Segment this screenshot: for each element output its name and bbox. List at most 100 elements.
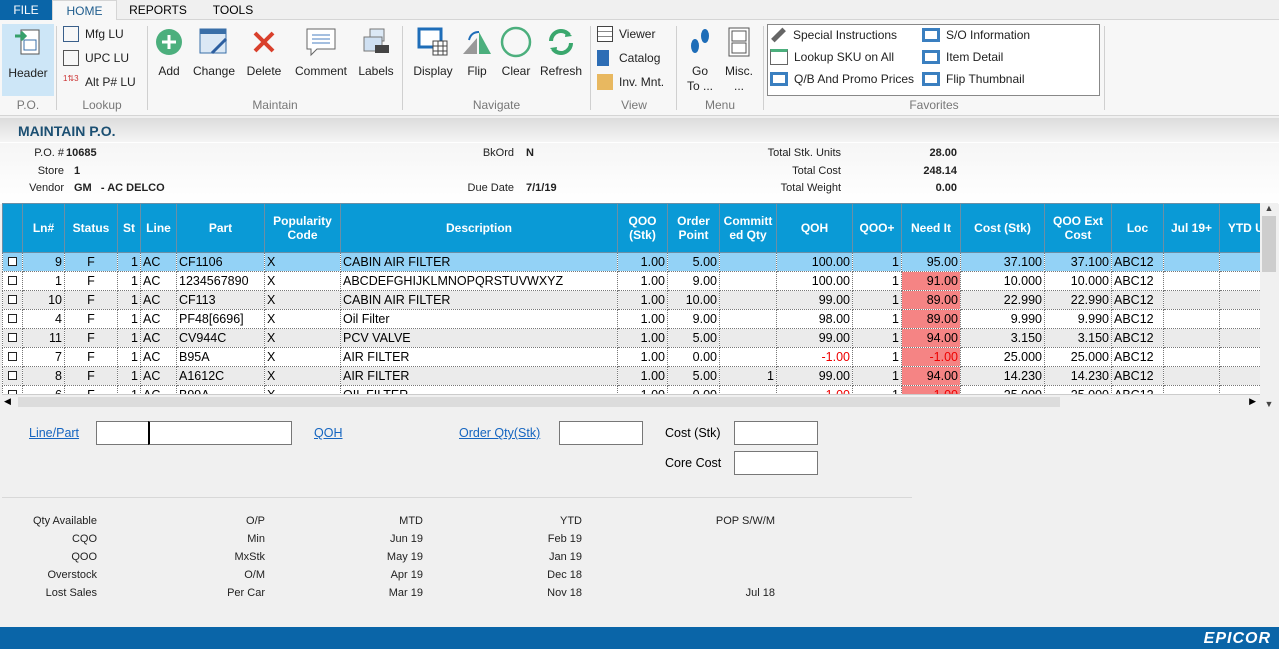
table-row[interactable]: 7 F 1 AC B95A X AIR FILTER 1.00 0.00 -1.00 1 -1.00 2… xyxy=(2,347,1260,367)
cell[interactable]: CV944C xyxy=(176,328,265,348)
tab-tools[interactable]: TOOLS xyxy=(200,0,266,20)
column-header[interactable]: Loc xyxy=(1111,203,1164,253)
cell[interactable]: 1 xyxy=(852,328,902,348)
cell[interactable]: 37.100 xyxy=(1044,252,1112,272)
cell[interactable]: 37.100 xyxy=(960,252,1045,272)
column-header[interactable]: Order Point xyxy=(667,203,720,253)
cell[interactable]: F xyxy=(64,252,118,272)
cell[interactable]: 1.00 xyxy=(617,366,668,386)
cell[interactable]: 89.00 xyxy=(901,290,961,310)
cell[interactable]: 1234567890 xyxy=(176,271,265,291)
cell[interactable]: 94.00 xyxy=(901,328,961,348)
cell[interactable]: X xyxy=(264,309,341,329)
cell[interactable] xyxy=(719,385,777,394)
column-header[interactable]: Description xyxy=(340,203,618,253)
cell[interactable]: 22.990 xyxy=(960,290,1045,310)
cell[interactable]: AC xyxy=(140,328,177,348)
cell[interactable]: 1 xyxy=(852,309,902,329)
cell[interactable]: 1 xyxy=(852,271,902,291)
cell[interactable]: 10 xyxy=(22,290,65,310)
row-checkbox[interactable] xyxy=(2,385,23,394)
cell[interactable]: F xyxy=(64,309,118,329)
core-cost-input[interactable] xyxy=(734,451,818,475)
cell[interactable]: 8 xyxy=(22,366,65,386)
cell[interactable]: 1 xyxy=(117,252,141,272)
scroll-thumb[interactable] xyxy=(1262,216,1276,272)
line-part-link[interactable]: Line/Part xyxy=(29,426,79,440)
misc-button[interactable]: Misc. ... xyxy=(722,24,756,94)
row-checkbox[interactable] xyxy=(2,347,23,367)
cell[interactable]: 1 xyxy=(117,347,141,367)
cell[interactable]: X xyxy=(264,328,341,348)
cell[interactable]: AC xyxy=(140,252,177,272)
flip-button[interactable]: Flip xyxy=(460,24,494,78)
cell[interactable]: 99.00 xyxy=(776,290,853,310)
cell[interactable]: 1 xyxy=(719,366,777,386)
cell[interactable]: X xyxy=(264,271,341,291)
cell[interactable]: 1 xyxy=(117,309,141,329)
vertical-scrollbar[interactable]: ▲ ▼ xyxy=(1260,203,1278,409)
checkbox-icon[interactable] xyxy=(8,314,17,323)
cell[interactable]: CF113 xyxy=(176,290,265,310)
display-button[interactable]: Display xyxy=(410,24,456,78)
table-row[interactable]: 8 F 1 AC A1612C X AIR FILTER 1.00 5.00 1 99.00 1 94.… xyxy=(2,366,1260,386)
cell[interactable]: -1.00 xyxy=(776,385,853,394)
column-header[interactable]: Committ ed Qty xyxy=(719,203,777,253)
cell[interactable] xyxy=(1219,366,1260,386)
cell[interactable] xyxy=(1163,328,1220,348)
cell[interactable]: 1 xyxy=(852,290,902,310)
cell[interactable]: ABC12 xyxy=(1111,309,1164,329)
tab-file[interactable]: FILE xyxy=(0,0,52,20)
cell[interactable]: F xyxy=(64,290,118,310)
cell[interactable]: -1.00 xyxy=(901,347,961,367)
scroll-left-icon[interactable]: ◀ xyxy=(4,396,11,407)
cell[interactable]: 98.00 xyxy=(776,309,853,329)
cell[interactable]: ABC12 xyxy=(1111,271,1164,291)
cell[interactable]: -1.00 xyxy=(776,347,853,367)
cell[interactable]: 3.150 xyxy=(960,328,1045,348)
column-header[interactable] xyxy=(2,203,23,253)
cell[interactable]: AC xyxy=(140,309,177,329)
column-header[interactable]: YTD Un xyxy=(1219,203,1260,253)
cell[interactable]: 1.00 xyxy=(617,252,668,272)
cell[interactable] xyxy=(1219,328,1260,348)
cell[interactable]: 1 xyxy=(117,271,141,291)
row-checkbox[interactable] xyxy=(2,271,23,291)
cell[interactable]: 10.000 xyxy=(1044,271,1112,291)
column-header[interactable]: Popularity Code xyxy=(264,203,341,253)
cell[interactable]: 95.00 xyxy=(901,252,961,272)
column-header[interactable]: Ln# xyxy=(22,203,65,253)
cell[interactable]: AC xyxy=(140,347,177,367)
table-row[interactable]: 1 F 1 AC 1234567890 X ABCDEFGHIJKLMNOPQRSTUVWX… xyxy=(2,271,1260,291)
cell[interactable]: 0.00 xyxy=(667,385,720,394)
table-row[interactable]: 10 F 1 AC CF113 X CABIN AIR FILTER 1.00 10.00 99.… xyxy=(2,290,1260,310)
cell[interactable]: 11 xyxy=(22,328,65,348)
column-header[interactable]: QOO+ xyxy=(852,203,902,253)
table-row[interactable]: 9 F 1 AC CF1106 X CABIN AIR FILTER 1.00 5.00 100.… xyxy=(2,252,1260,272)
cell[interactable]: 5.00 xyxy=(667,252,720,272)
cell[interactable]: F xyxy=(64,385,118,394)
cell[interactable]: 10.000 xyxy=(960,271,1045,291)
cell[interactable]: 100.00 xyxy=(776,252,853,272)
cell[interactable]: PF48[6696] xyxy=(176,309,265,329)
inv-mnt-button[interactable]: Inv. Mnt. xyxy=(597,72,664,92)
cell[interactable]: 1.00 xyxy=(617,309,668,329)
comment-button[interactable]: Comment xyxy=(292,24,350,78)
add-button[interactable]: Add xyxy=(152,24,186,78)
cell[interactable]: ABC12 xyxy=(1111,366,1164,386)
clear-button[interactable]: Clear xyxy=(498,24,534,78)
cell[interactable]: AIR FILTER xyxy=(340,366,618,386)
qoh-link[interactable]: QOH xyxy=(314,426,342,440)
viewer-button[interactable]: Viewer xyxy=(597,24,655,44)
row-checkbox[interactable] xyxy=(2,366,23,386)
cell[interactable]: 6 xyxy=(22,385,65,394)
cell[interactable] xyxy=(1219,271,1260,291)
catalog-button[interactable]: Catalog xyxy=(597,48,660,68)
tab-home[interactable]: HOME xyxy=(52,0,117,21)
delete-button[interactable]: Delete xyxy=(244,24,284,78)
cell[interactable]: 25.000 xyxy=(1044,347,1112,367)
cell[interactable]: OIL FILTER xyxy=(340,385,618,394)
cell[interactable]: ABCDEFGHIJKLMNOPQRSTUVWXYZ xyxy=(340,271,618,291)
cell[interactable] xyxy=(719,309,777,329)
cell[interactable]: 1 xyxy=(852,385,902,394)
